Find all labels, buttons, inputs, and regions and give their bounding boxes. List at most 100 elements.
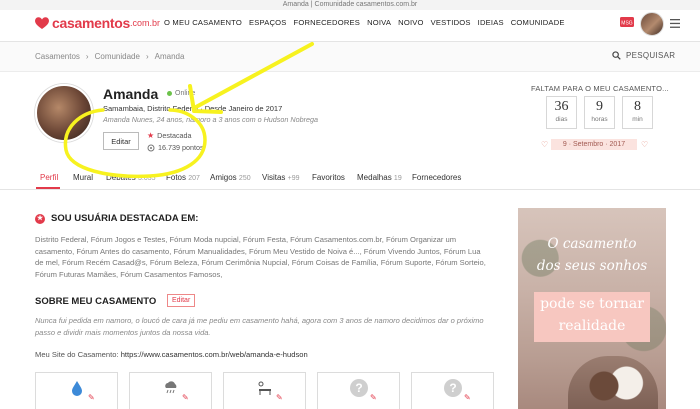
detail-card[interactable]: ? ✎ [411,372,494,409]
countdown-days: 36 dias [546,96,577,129]
points-counter: 16.739 pontos [147,143,204,152]
search-button[interactable]: PESQUISAR [612,51,675,60]
wedding-site-link[interactable]: https://www.casamentos.com.br/web/amanda… [121,350,308,359]
breadcrumb-separator: › [145,52,149,61]
ad-text-line: dos seus sonhos [536,258,648,274]
question-icon: ? [444,379,462,397]
nav-fornecedores[interactable]: FORNECEDORES [294,18,361,27]
water-drop-icon [72,381,82,396]
about-wedding-title: SOBRE MEU CASAMENTO [35,296,157,307]
tab-perfil[interactable]: Perfil [40,173,58,182]
hamburger-menu-icon[interactable] [670,19,680,28]
countdown-hours-unit: horas [591,116,608,123]
advertisement-banner[interactable]: O casamento dos seus sonhos pode se torn… [518,208,666,409]
points-icon [147,144,155,151]
nav-noivo[interactable]: NOIVO [398,18,423,27]
active-tab-indicator [36,187,60,189]
tab-fotos[interactable]: Fotos 207 [166,173,200,182]
nav-vestidos[interactable]: VESTIDOS [431,18,471,27]
tab-favoritos[interactable]: Favoritos [312,173,345,182]
search-icon [612,51,621,60]
breadcrumb-comunidade[interactable]: Comunidade [95,52,140,61]
sun-bench-icon [258,381,271,395]
cloud-rain-icon [165,381,177,394]
featured-section-title: ★ SOU USUÁRIA DESTACADA EM: [35,213,198,224]
tab-medalhas[interactable]: Medalhas 19 [357,173,402,182]
tab-count: 207 [188,175,200,182]
tab-label: Fornecedores [412,173,462,182]
top-navigation-bar: casamentos .com.br O MEU CASAMENTO ESPAÇO… [0,10,700,42]
wedding-story: Nunca fui pedida em namoro, o loucó de c… [35,316,484,337]
pencil-icon[interactable]: ✎ [88,393,95,402]
sub-bar: Casamentos › Comunidade › Amanda PESQUIS… [0,42,700,72]
site-logo[interactable]: casamentos .com.br [34,15,160,31]
tab-label: Fotos [166,173,187,182]
wedding-date: 9 · Setembro · 2017 [551,139,637,150]
countdown-days-value: 36 [554,99,569,114]
profile-photo[interactable] [35,84,93,142]
detail-card[interactable]: ? ✎ [317,372,400,409]
heart-ornament-icon: ♡ [641,140,649,149]
wedding-detail-cards: ✎ ✎ ✎ ? ✎ ? ✎ [35,372,494,409]
main-menu: O MEU CASAMENTO ESPAÇOS FORNECEDORES NOI… [164,18,565,27]
tab-count: +99 [287,175,300,182]
messages-icon[interactable]: MSG [619,15,635,29]
breadcrumb-casamentos[interactable]: Casamentos [35,52,80,61]
search-label: PESQUISAR [626,51,676,60]
profile-location: Samambaia, Distrito Federal · Desde Jane… [103,104,283,113]
featured-badge: ★ Destacada [147,131,192,140]
tab-count: 250 [238,175,251,182]
profile-bio: Amanda Nunes, 24 anos, namoro a 3 anos c… [103,115,318,124]
nav-espacos[interactable]: ESPAÇOS [249,18,287,27]
ad-text-line: pode se tornar [540,296,644,312]
browser-page-title: Amanda | Comunidade casamentos.com.br [0,0,700,10]
star-icon: ★ [147,131,155,140]
tab-label: Mural [73,173,94,182]
tab-label: Favoritos [312,173,345,182]
tab-label: Debates [106,173,136,182]
nav-noiva[interactable]: NOIVA [367,18,391,27]
tab-label: Amigos [210,173,237,182]
detail-card[interactable]: ✎ [129,372,212,409]
wedding-site: Meu Site do Casamento: https://www.casam… [35,350,308,359]
detail-card[interactable]: ✎ [223,372,306,409]
breadcrumb: Casamentos › Comunidade › Amanda [35,52,184,61]
pencil-icon[interactable]: ✎ [182,393,189,402]
online-dot-icon [167,91,172,96]
logo-brand: casamentos [52,15,130,31]
messages-badge: MSG [621,21,633,27]
breadcrumb-separator: › [85,52,89,61]
heart-ornament-icon: ♡ [541,140,549,149]
edit-about-button[interactable]: Editar [167,294,196,307]
ad-text-line: O casamento [547,236,637,252]
featured-star-badge-icon: ★ [35,213,45,224]
countdown-minutes: 8 min [622,96,653,129]
tab-count: 3.035 [138,175,156,182]
countdown-minutes-value: 8 [634,99,641,114]
tab-mural[interactable]: Mural [73,173,93,182]
user-avatar[interactable] [640,12,664,36]
pencil-icon[interactable]: ✎ [370,393,377,402]
featured-section-heading: SOU USUÁRIA DESTACADA EM: [51,213,199,224]
nav-comunidade[interactable]: COMUNIDADE [511,18,565,27]
featured-label: Destacada [157,131,192,140]
tab-debates[interactable]: Debates 3.035 [106,173,156,182]
tab-fornecedores[interactable]: Fornecedores [412,173,461,182]
logo-tld: .com.br [129,18,160,28]
nav-ideias[interactable]: IDEIAS [478,18,504,27]
countdown-label: FALTAM PARA O MEU CASAMENTO... [531,84,669,93]
tab-label: Perfil [40,173,59,182]
countdown-minutes-unit: min [632,116,643,123]
countdown-hours: 9 horas [584,96,615,129]
nav-o-meu-casamento[interactable]: O MEU CASAMENTO [164,18,242,27]
tab-label: Medalhas [357,173,392,182]
edit-profile-button[interactable]: Editar [103,132,139,150]
detail-card[interactable]: ✎ [35,372,118,409]
tab-visitas[interactable]: Visitas +99 [262,173,300,182]
pencil-icon[interactable]: ✎ [464,393,471,402]
profile-tabs: Perfil Mural Debates 3.035 Fotos 207 Ami… [0,168,700,190]
heart-logo-icon [35,17,49,29]
pencil-icon[interactable]: ✎ [276,393,283,402]
profile-name: Amanda [103,86,159,102]
tab-amigos[interactable]: Amigos 250 [210,173,251,182]
